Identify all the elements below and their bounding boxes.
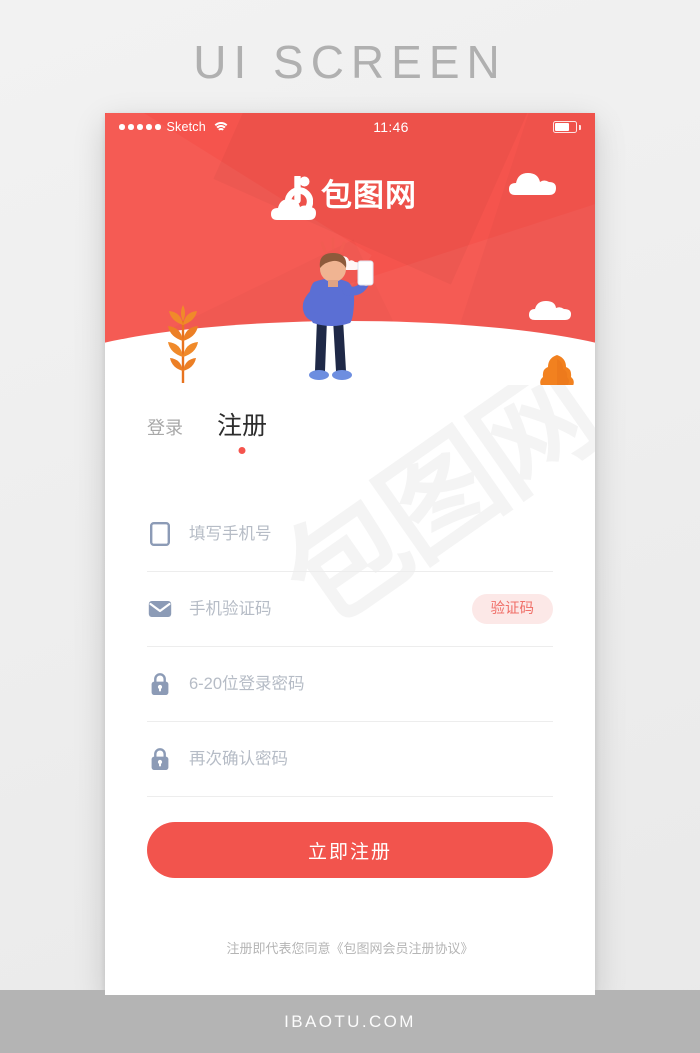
register-button[interactable]: 立即注册 (147, 822, 553, 878)
tab-register[interactable]: 注册 (217, 412, 268, 454)
leaf-left-orange-icon (168, 305, 198, 383)
status-bar-right (553, 121, 581, 133)
footer-band: IBAOTU.COM (0, 990, 700, 1053)
lock-icon (147, 671, 173, 697)
phone-icon (147, 521, 173, 547)
status-bar-left: Sketch (119, 120, 231, 134)
lock-icon (147, 746, 173, 772)
phone-field-row (147, 497, 553, 572)
envelope-icon (147, 596, 173, 622)
footer-watermark: IBAOTU.COM (284, 1011, 416, 1031)
password-input[interactable] (189, 674, 553, 694)
confirm-password-input[interactable] (189, 749, 553, 769)
send-code-button[interactable]: 验证码 (471, 593, 553, 625)
leaf-right-orange-icon (540, 355, 574, 385)
phone-mockup: Sketch 11:46 包图网 登录 注册 填写手机号 手机验证码 验证码 立… (105, 113, 595, 995)
battery-cap-icon (579, 124, 581, 130)
auth-tabs: 登录 注册 (147, 412, 268, 454)
active-tab-indicator (238, 447, 246, 454)
phone-input[interactable] (189, 524, 553, 544)
tab-register-label: 注册 (217, 412, 268, 440)
baotu-logo-icon (284, 176, 313, 214)
tab-login[interactable]: 登录 (147, 419, 183, 439)
brand-name: 包图网 (321, 177, 417, 213)
register-form: 验证码 (147, 497, 553, 797)
page-background: UI SCREEN Sketch 11:46 包图网 登录 注册 填写手机号 手… (0, 0, 700, 1053)
agreement-link[interactable]: 《包图网会员注册协议》 (331, 941, 474, 956)
carrier-label: Sketch (166, 120, 206, 134)
wifi-icon (212, 121, 231, 133)
agreement-prefix: 注册即代表您同意 (226, 941, 331, 956)
form-sheet: 包图网 登录 注册 (105, 385, 595, 995)
sms-code-input[interactable] (189, 599, 472, 619)
brand-logo: 包图网 (105, 176, 595, 214)
sms-code-field-row: 验证码 (147, 572, 553, 647)
hero-section: Sketch 11:46 包图网 (105, 113, 595, 385)
tab-login-label: 登录 (147, 418, 183, 438)
person-holding-phone-illustration (302, 237, 374, 380)
status-bar: Sketch 11:46 (105, 113, 595, 141)
battery-icon (553, 121, 577, 133)
cloud-mid-right-icon (529, 301, 571, 320)
signal-strength-icon (119, 124, 161, 130)
submit-container: 立即注册 (147, 822, 553, 878)
page-title: UI SCREEN (193, 36, 507, 88)
confirm-password-field-row (147, 722, 553, 797)
agreement-text: 注册即代表您同意《包图网会员注册协议》 (105, 938, 595, 957)
clock-label: 11:46 (373, 119, 409, 135)
password-field-row (147, 647, 553, 722)
